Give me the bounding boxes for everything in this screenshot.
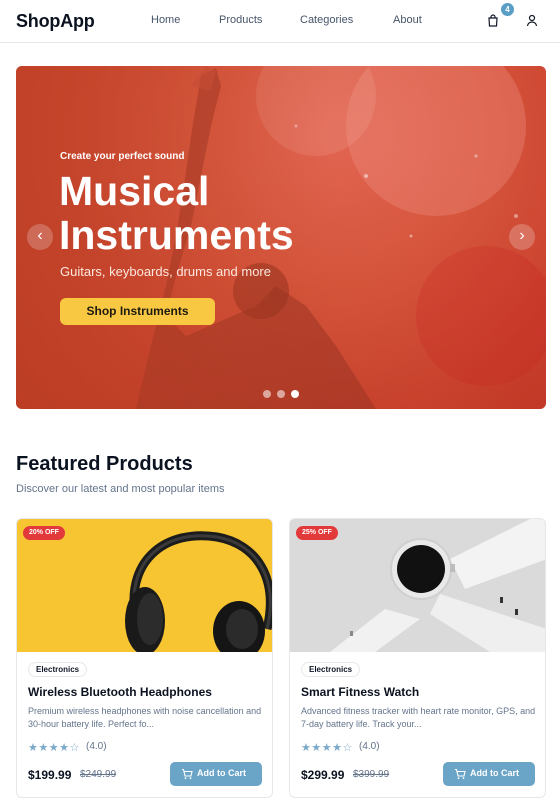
discount-badge: 20% OFF xyxy=(23,526,65,540)
nav-categories[interactable]: Categories xyxy=(300,14,353,26)
rating-value: (4.0) xyxy=(86,741,107,752)
featured-subtitle: Discover our latest and most popular ite… xyxy=(16,483,225,495)
discount-badge: 25% OFF xyxy=(296,526,338,540)
category-tag: Electronics xyxy=(301,662,361,677)
hero-subtitle: Guitars, keyboards, drums and more xyxy=(60,264,271,279)
carousel-prev-chevron-icon[interactable]: ‹ xyxy=(27,224,53,250)
nav-products[interactable]: Products xyxy=(219,14,262,26)
nav-home[interactable]: Home xyxy=(151,14,180,26)
product-image-headphones[interactable]: 20% OFF xyxy=(17,519,272,652)
featured-title: Featured Products xyxy=(16,453,193,475)
star-rating-icon: ★★★★☆ xyxy=(28,742,80,754)
shop-instruments-button[interactable]: Shop Instruments xyxy=(60,298,215,325)
cart-count-badge: 4 xyxy=(501,3,514,16)
product-name[interactable]: Smart Fitness Watch xyxy=(301,685,419,699)
user-icon[interactable] xyxy=(526,14,538,28)
carousel-dot-1[interactable] xyxy=(263,390,271,398)
nav-about[interactable]: About xyxy=(393,14,422,26)
carousel-dot-3[interactable] xyxy=(291,390,299,398)
product-price: $199.99 xyxy=(28,768,72,782)
product-name[interactable]: Wireless Bluetooth Headphones xyxy=(28,685,212,699)
add-to-cart-label: Add to Cart xyxy=(470,768,519,778)
shopping-bag-icon[interactable] xyxy=(486,14,500,28)
cart-icon xyxy=(182,768,193,780)
cart-icon xyxy=(455,768,466,780)
rating-value: (4.0) xyxy=(359,741,380,752)
product-card[interactable]: 25% OFF Electronics Smart Fitness Watch … xyxy=(289,518,546,798)
hero-kicker: Create your perfect sound xyxy=(60,151,185,162)
original-price: $399.99 xyxy=(353,769,390,780)
original-price: $249.99 xyxy=(80,769,117,780)
add-to-cart-button[interactable]: Add to Cart xyxy=(443,762,535,786)
carousel-next-chevron-icon[interactable]: › xyxy=(509,224,535,250)
category-tag: Electronics xyxy=(28,662,88,677)
carousel-dot-2[interactable] xyxy=(277,390,285,398)
top-navbar: ShopApp Home Products Categories About 4 xyxy=(0,0,560,43)
logo[interactable]: ShopApp xyxy=(16,11,95,32)
product-image-watch[interactable]: 25% OFF xyxy=(290,519,545,652)
product-price: $299.99 xyxy=(301,768,345,782)
product-description: Premium wireless headphones with noise c… xyxy=(28,706,262,729)
hero-title: Musical Instruments xyxy=(59,168,294,258)
add-to-cart-button[interactable]: Add to Cart xyxy=(170,762,262,786)
product-description: Advanced fitness tracker with heart rate… xyxy=(301,706,536,729)
star-rating-icon: ★★★★☆ xyxy=(301,742,353,754)
add-to-cart-label: Add to Cart xyxy=(197,768,246,778)
product-card[interactable]: 20% OFF Electronics Wireless Bluetooth H… xyxy=(16,518,273,798)
hero-carousel: Create your perfect sound Musical Instru… xyxy=(16,66,546,409)
